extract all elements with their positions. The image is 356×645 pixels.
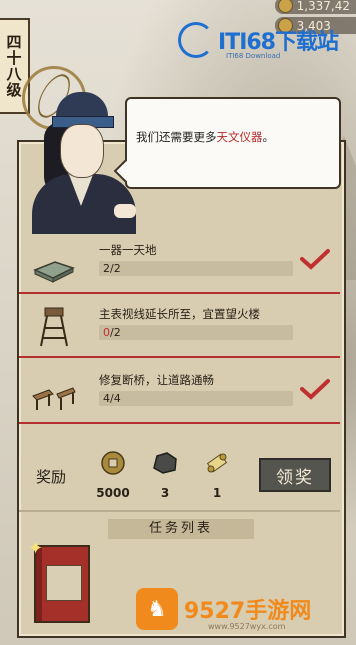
claim-reward-button[interactable]: 领奖 [259,458,331,492]
scroll-icon [206,453,228,473]
speech-bubble: 我们还需要更多天文仪器。 [125,97,341,189]
watermark-top-sub: ITI68 Download [226,52,281,60]
dialog-text-after: 。 [262,130,275,144]
quest-progress-bar-1 [99,261,293,276]
reward-value-coin: 5000 [96,486,130,500]
check-icon [300,249,330,270]
quest-progress-total: /2 [110,262,121,275]
quest-name-1: 一器一天地 [99,243,157,257]
quest-progress-1: 2/2 [103,262,121,275]
section-divider [19,510,340,512]
quest-progress-total: /2 [110,326,121,339]
quest-progress-current: 4 [103,392,110,405]
character-portrait [22,66,138,234]
reward-item-stone: 3 [145,450,185,500]
quest-progress-bar-2 [99,325,293,340]
face [60,124,104,178]
quest-progress-bar-3 [99,391,293,406]
reward-item-scroll: 1 [197,450,237,500]
watermark-bottom-text: 9527手游网 [184,599,312,624]
quest-progress-total: /4 [110,392,121,405]
check-icon [300,379,330,400]
broken-bridge-icon [32,387,76,410]
reward-value-stone: 3 [160,486,170,500]
quest-progress-current: 2 [103,262,110,275]
quest-progress-2: 0/2 [103,326,121,339]
dialog-text-before: 我们还需要更多 [136,130,217,144]
quest-row-1[interactable]: 一器一天地 2/2 [19,232,340,294]
watermark-bottom-sub: www.9527wyx.com [208,622,286,631]
reward-value-scroll: 1 [212,486,222,500]
copper-coin-icon [101,451,125,475]
dialog-text: 我们还需要更多天文仪器。 [136,129,339,145]
reward-label: 奖励 [36,468,67,486]
quest-name-2: 主表视线延长所至，宜置望火楼 [99,307,260,321]
sparkle-icon: ✦ [28,538,44,559]
watermark-logo-icon [178,22,214,58]
currency-value-1: 1,337,42 [296,0,350,13]
task-list-title: 任务列表 [108,519,254,539]
coin-icon [277,0,293,13]
quest-divider [19,422,340,424]
hand [114,204,136,218]
horse-logo-icon: ♞ [136,588,178,630]
platform-icon [33,261,75,283]
quest-divider [19,292,340,294]
quest-name-3: 修复断桥，让道路通畅 [99,373,214,387]
quest-progress-3: 4/4 [103,392,121,405]
book-cover-image [46,565,82,601]
quest-progress-current: 0 [103,326,110,339]
quest-row-2[interactable]: 主表视线延长所至，宜置望火楼 0/2 [19,296,340,358]
level-label: 四十八级 [4,34,23,98]
watchtower-icon [40,307,68,347]
stone-icon [153,452,177,474]
quest-row-3[interactable]: 修复断桥，让道路通畅 4/4 [19,362,340,424]
currency-row-1: 1,337,42 [274,0,356,14]
dialog-highlight: 天文仪器 [216,130,263,144]
reward-item-coin: 5000 [93,450,133,500]
quest-divider [19,356,340,358]
